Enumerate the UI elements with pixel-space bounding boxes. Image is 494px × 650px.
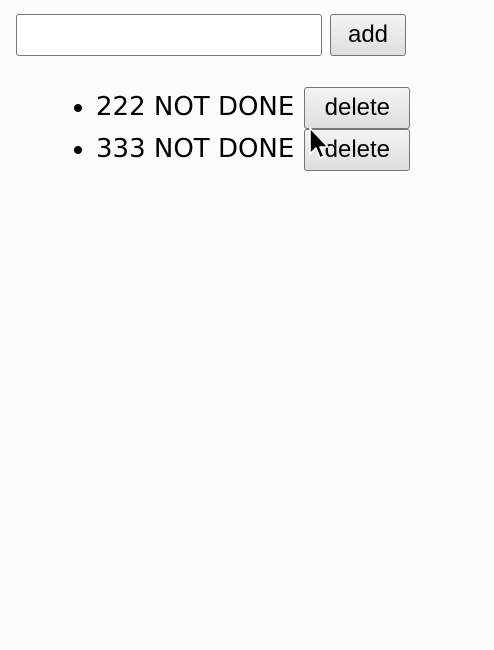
todo-item: 333 NOT DONE delete <box>96 128 411 171</box>
todo-item: 222 NOT DONE delete <box>96 86 411 129</box>
todo-item-label: 222 NOT DONE <box>96 92 295 122</box>
todo-input[interactable] <box>16 14 322 56</box>
todo-item-label: 333 NOT DONE <box>96 134 295 164</box>
add-todo-form: add <box>16 14 406 56</box>
add-button[interactable]: add <box>330 14 406 56</box>
todo-list: 222 NOT DONE delete 333 NOT DONE delete <box>0 86 411 171</box>
todo-app: { "form": { "input_value": "", "input_pl… <box>0 0 494 650</box>
delete-button[interactable]: delete <box>304 87 411 129</box>
delete-button[interactable]: delete <box>304 129 411 171</box>
